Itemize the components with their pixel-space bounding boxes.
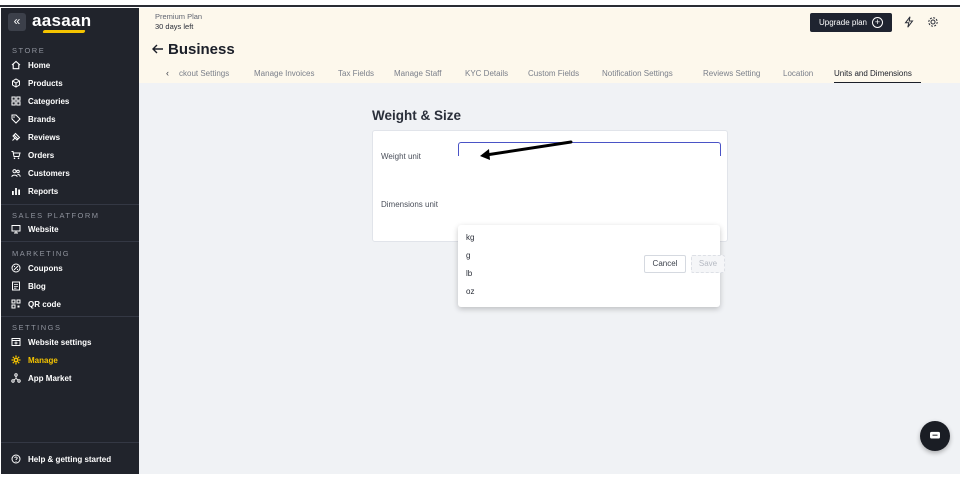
tab-custom-fields[interactable]: Custom Fields [528,69,579,78]
sidebar-item-manage[interactable]: Manage [11,352,58,368]
plus-circle-icon: + [872,17,884,28]
logo[interactable]: aasaan [32,11,91,31]
dropdown-option-oz[interactable]: oz [466,287,474,296]
back-arrow-icon[interactable] [151,42,165,56]
sidebar-item-label: Blog [28,281,46,291]
coupon-icon [11,263,21,273]
annotation-arrow-icon [476,138,576,162]
tab-manage-invoices[interactable]: Manage Invoices [254,69,314,78]
sidebar-item-help[interactable]: Help & getting started [11,451,111,467]
tag-icon [11,114,21,124]
upgrade-plan-button[interactable]: Upgrade plan + [810,13,892,32]
dimensions-unit-label: Dimensions unit [381,200,438,209]
sidebar-divider [1,204,139,205]
window-top-border [0,0,960,7]
sidebar-item-label: Coupons [28,263,63,273]
sidebar-item-label: Brands [28,114,56,124]
sidebar-item-label: Website settings [28,337,92,347]
sidebar-item-orders[interactable]: Orders [11,147,54,163]
sidebar-item-products[interactable]: Products [11,75,63,91]
lightning-icon[interactable] [903,16,915,28]
chevron-left-icon[interactable]: ‹ [166,68,169,78]
cart-icon [11,150,21,160]
tab-kyc-details[interactable]: KYC Details [465,69,508,78]
sidebar-item-reports[interactable]: Reports [11,183,58,199]
sidebar-item-label: Reviews [28,132,61,142]
sidebar-divider [1,241,139,242]
weight-unit-label: Weight unit [381,152,421,161]
tab-notification-settings[interactable]: Notification Settings [602,69,673,78]
sidebar-divider [1,316,139,317]
sidebar-item-label: App Market [28,373,72,383]
double-chevron-left-icon[interactable]: « [8,13,26,31]
cancel-button[interactable]: Cancel [644,255,686,273]
chart-icon [11,186,21,196]
sidebar-item-qr-code[interactable]: QR code [11,296,61,312]
sidebar-item-label: QR code [28,299,61,309]
reviews-icon [11,132,21,142]
sidebar-item-customers[interactable]: Customers [11,165,70,181]
help-icon [11,454,21,464]
dropdown-option-g[interactable]: g [466,251,470,260]
sidebar-item-label: Customers [28,168,70,178]
sidebar-item-blog[interactable]: Blog [11,278,46,294]
logo-underline [42,30,86,33]
website-settings-icon [11,337,21,347]
sidebar-item-reviews[interactable]: Reviews [11,129,60,145]
sidebar-item-label: Website [28,224,59,234]
sidebar-header: « aasaan [1,8,139,36]
gear-icon[interactable] [927,16,939,28]
dropdown-option-kg[interactable]: kg [466,233,474,242]
tab-location[interactable]: Location [783,69,813,78]
monitor-icon [11,224,21,234]
plan-days-left: 30 days left [155,22,194,31]
sidebar-item-coupons[interactable]: Coupons [11,260,63,276]
page-title: Business [168,41,235,58]
chat-icon [930,431,940,439]
sidebar-item-label: Help & getting started [28,454,112,464]
sidebar-item-website-settings[interactable]: Website settings [11,334,91,350]
sidebar-item-label: Orders [28,150,55,160]
window-bottom-border [0,474,960,480]
top-header: Premium Plan 30 days left Upgrade plan +… [139,8,960,84]
sidebar-item-label: Manage [28,355,58,365]
products-icon [11,78,21,88]
blog-icon [11,281,21,291]
customers-icon [11,168,21,178]
upgrade-plan-label: Upgrade plan [818,18,868,27]
home-icon [11,60,21,70]
qr-code-icon [11,299,21,309]
sidebar-item-label: Home [28,60,51,70]
sidebar: « aasaan STORE Home Products Categories … [1,8,139,474]
sidebar-item-home[interactable]: Home [11,57,50,73]
tab-checkout-settings[interactable]: ckout Settings [179,69,229,78]
chat-button[interactable] [920,421,950,451]
plan-name: Premium Plan [155,12,203,21]
tab-tax-fields[interactable]: Tax Fields [338,69,374,78]
tab-units-and-dimensions[interactable]: Units and Dimensions [834,69,912,78]
sidebar-item-categories[interactable]: Categories [11,93,69,109]
sidebar-divider [1,442,139,443]
sidebar-item-website[interactable]: Website [11,221,59,237]
sidebar-item-label: Categories [28,96,70,106]
section-settings: SETTINGS [12,323,62,332]
sidebar-item-brands[interactable]: Brands [11,111,56,127]
sidebar-item-label: Products [28,78,63,88]
sidebar-item-app-market[interactable]: App Market [11,370,72,386]
sidebar-item-label: Reports [28,186,59,196]
tab-manage-staff[interactable]: Manage Staff [394,69,441,78]
section-marketing: MARKETING [12,249,71,258]
section-store: STORE [12,46,46,55]
app-market-icon [11,373,21,383]
categories-icon [11,96,21,106]
section-sales-platform: SALES PLATFORM [12,211,100,220]
dropdown-option-lb[interactable]: lb [466,269,472,278]
gear-icon [11,355,21,365]
save-button[interactable]: Save [691,255,725,273]
tab-reviews-setting[interactable]: Reviews Setting [703,69,760,78]
section-title: Weight & Size [372,108,462,123]
